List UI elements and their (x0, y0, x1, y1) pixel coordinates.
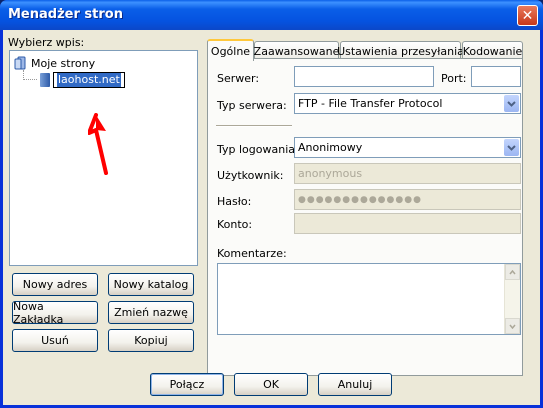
rename-field[interactable]: laohost.net (53, 72, 125, 88)
close-button[interactable]: ✕ (517, 5, 538, 26)
comments-label: Komentarze: (217, 247, 287, 260)
comments-scrollbar[interactable] (504, 264, 520, 334)
comments-textarea[interactable] (217, 263, 521, 335)
tree-connector (23, 70, 37, 80)
close-icon: ✕ (521, 7, 534, 24)
scroll-down-icon[interactable] (505, 318, 520, 334)
rename-button[interactable]: Zmień nazwę (108, 301, 194, 324)
login-type-value: Anonimowy (298, 141, 363, 154)
tree-child-item[interactable]: laohost.net (40, 72, 125, 88)
server-label: Serwer: (217, 72, 260, 85)
tree-child-label: laohost.net (57, 73, 121, 87)
login-type-select[interactable]: Anonimowy (294, 137, 521, 158)
delete-button[interactable]: Usuń (12, 329, 98, 352)
new-bookmark-button[interactable]: Nowa Zakładka (12, 300, 98, 326)
title-bar[interactable]: Menadżer stron ✕ (0, 0, 543, 30)
password-input: ●●●●●●●●●●●●●● (294, 189, 521, 210)
copy-button[interactable]: Kopiuj (108, 329, 194, 352)
folder-icon (14, 56, 28, 70)
ok-button[interactable]: OK (234, 373, 308, 396)
user-input: anonymous (294, 163, 521, 184)
port-label: Port: (441, 72, 467, 85)
account-label: Konto: (217, 218, 253, 231)
window-title: Menadżer stron (8, 7, 123, 22)
tab-panel-general: Serwer: Port: Typ serwera: FTP - File Tr… (207, 58, 523, 376)
tree-root-label: Moje strony (31, 56, 96, 70)
site-icon (40, 73, 50, 87)
user-label: Użytkownik: (217, 169, 284, 182)
separator (216, 125, 292, 127)
password-label: Hasło: (217, 195, 252, 208)
dialog-body: Wybierz wpis: Moje strony laohost.net No… (3, 30, 540, 405)
server-input[interactable] (294, 66, 434, 87)
new-folder-button[interactable]: Nowy katalog (108, 273, 194, 296)
annotation-arrow-icon (88, 113, 108, 175)
scroll-up-icon[interactable] (505, 264, 520, 280)
server-type-value: FTP - File Transfer Protocol (298, 97, 443, 110)
connect-button[interactable]: Połącz (150, 373, 224, 396)
site-tree[interactable]: Moje strony laohost.net (9, 50, 198, 266)
chevron-down-icon[interactable] (504, 139, 519, 156)
server-type-select[interactable]: FTP - File Transfer Protocol (294, 93, 521, 114)
chevron-down-icon[interactable] (504, 95, 519, 112)
new-address-button[interactable]: Nowy adres (12, 273, 98, 296)
port-input[interactable] (471, 66, 521, 87)
server-type-label: Typ serwera: (217, 99, 287, 112)
select-entry-label: Wybierz wpis: (8, 36, 85, 49)
tab-general[interactable]: Ogólne (207, 39, 254, 61)
account-input (294, 213, 521, 234)
login-type-label: Typ logowania: (217, 143, 299, 156)
cancel-button[interactable]: Anuluj (318, 373, 392, 396)
tree-root-item[interactable]: Moje strony (14, 56, 95, 70)
site-manager-window: Menadżer stron ✕ Wybierz wpis: Moje stro… (0, 0, 543, 408)
